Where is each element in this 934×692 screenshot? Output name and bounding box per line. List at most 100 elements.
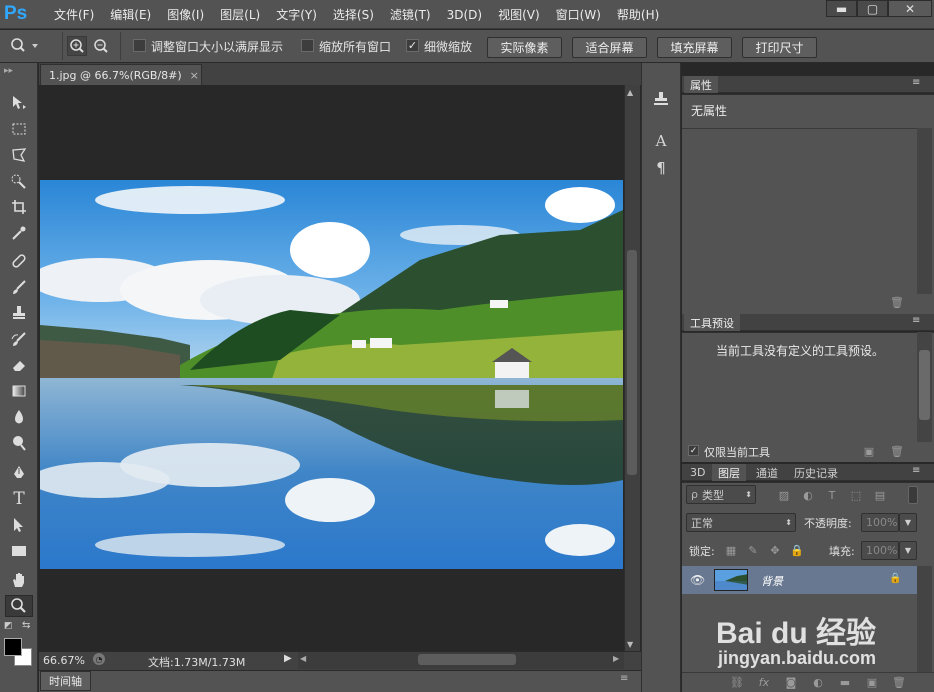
new-group-folder-icon[interactable]: ▬ xyxy=(838,675,852,689)
zoom-in-button[interactable] xyxy=(67,36,87,56)
layer-filter-kind-select[interactable]: ρ 类型 ⬍ xyxy=(686,485,756,504)
lock-transparent-pixels-icon[interactable]: ▦ xyxy=(724,543,738,557)
menu-select[interactable]: 选择(S) xyxy=(325,6,382,23)
pen-tool[interactable] xyxy=(5,462,33,484)
link-layers-icon[interactable]: ⛓ xyxy=(730,675,744,689)
tool-presets-tab[interactable]: 工具预设 xyxy=(684,314,740,331)
swap-colors-icon[interactable]: ⇆ xyxy=(22,620,30,631)
gradient-tool[interactable] xyxy=(5,380,33,402)
quick-selection-tool[interactable] xyxy=(5,170,33,192)
lock-position-icon[interactable]: ✥ xyxy=(768,543,782,557)
marquee-tool[interactable] xyxy=(5,118,33,140)
properties-tab[interactable]: 属性 xyxy=(684,76,718,93)
menu-image[interactable]: 图像(I) xyxy=(159,6,212,23)
default-colors-icon[interactable]: ◩ xyxy=(4,621,13,631)
tab-layers[interactable]: 图层 xyxy=(712,464,746,481)
timeline-tab[interactable]: 时间轴 xyxy=(40,671,91,691)
blend-mode-select[interactable]: 正常 ⬍ xyxy=(686,513,796,532)
current-tool-only-checkbox[interactable]: ✓ xyxy=(688,445,699,456)
filter-shape-layers-icon[interactable]: ⬚ xyxy=(848,487,864,503)
close-button[interactable]: ✕ xyxy=(888,0,932,17)
resize-windows-checkbox[interactable] xyxy=(133,39,146,52)
filter-smart-objects-icon[interactable]: ▤ xyxy=(872,487,888,503)
lock-image-pixels-icon[interactable]: ✎ xyxy=(746,543,760,557)
eraser-tool[interactable] xyxy=(5,354,33,376)
filter-toggle-switch[interactable] xyxy=(908,486,918,504)
menu-filter[interactable]: 滤镜(T) xyxy=(382,6,439,23)
menu-view[interactable]: 视图(V) xyxy=(490,6,548,23)
vertical-scroll-thumb[interactable] xyxy=(627,250,637,475)
layers-scrollbar[interactable] xyxy=(917,566,932,672)
zoom-out-button[interactable] xyxy=(91,36,111,56)
type-tool[interactable]: T xyxy=(5,488,33,510)
tool-presets-scroll-thumb[interactable] xyxy=(919,350,930,420)
maximize-button[interactable]: ▢ xyxy=(857,0,888,17)
document-tab[interactable]: 1.jpg @ 66.7%(RGB/8#) × xyxy=(40,64,202,85)
adjustment-layer-icon[interactable]: ◐ xyxy=(811,675,825,689)
fill-input[interactable]: 100% xyxy=(861,541,899,560)
actual-pixels-button[interactable]: 实际像素 xyxy=(487,37,562,58)
tab-channels[interactable]: 通道 xyxy=(750,464,784,481)
layer-style-fx-icon[interactable]: fx xyxy=(757,675,771,689)
document-image[interactable] xyxy=(40,180,623,569)
properties-scrollbar[interactable] xyxy=(917,128,932,294)
menu-file[interactable]: 文件(F) xyxy=(46,6,102,23)
timeline-menu-icon[interactable]: ≡ xyxy=(620,673,628,684)
paragraph-panel-button[interactable]: ¶ xyxy=(650,157,672,179)
horizontal-scroll-thumb[interactable] xyxy=(418,654,516,665)
clone-source-panel-button[interactable] xyxy=(650,88,672,110)
layer-name[interactable]: 背景 xyxy=(761,573,783,589)
healing-brush-tool[interactable] xyxy=(5,250,33,272)
scroll-up-arrow-icon[interactable]: ▲ xyxy=(627,88,633,97)
print-size-button[interactable]: 打印尺寸 xyxy=(742,37,817,58)
brush-tool[interactable] xyxy=(5,276,33,298)
tab-history[interactable]: 历史记录 xyxy=(788,464,844,481)
filter-adjustment-layers-icon[interactable]: ◐ xyxy=(800,487,816,503)
fill-dropdown-icon[interactable]: ▼ xyxy=(899,541,917,560)
status-info-icon[interactable]: ◔ xyxy=(93,653,105,665)
delete-preset-trash-icon[interactable]: 🗑 xyxy=(890,445,904,458)
menu-layer[interactable]: 图层(L) xyxy=(212,6,268,23)
properties-menu-icon[interactable]: ≡ xyxy=(912,77,920,88)
properties-trash-icon[interactable]: 🗑 xyxy=(890,295,904,309)
status-menu-arrow-icon[interactable]: ▶ xyxy=(284,653,292,664)
add-mask-icon[interactable]: ◙ xyxy=(784,675,798,689)
rectangle-tool[interactable] xyxy=(5,540,33,562)
scroll-left-arrow-icon[interactable]: ◀ xyxy=(300,654,306,663)
new-layer-icon[interactable]: ▣ xyxy=(865,675,879,689)
delete-layer-trash-icon[interactable]: 🗑 xyxy=(892,675,906,689)
tab-3d[interactable]: 3D xyxy=(684,464,711,481)
opacity-input[interactable]: 100% xyxy=(861,513,899,532)
menu-edit[interactable]: 编辑(E) xyxy=(102,6,159,23)
lasso-tool[interactable] xyxy=(5,144,33,166)
path-selection-tool[interactable] xyxy=(5,514,33,536)
scroll-right-arrow-icon[interactable]: ▶ xyxy=(613,654,619,663)
eyedropper-tool[interactable] xyxy=(5,222,33,244)
opacity-dropdown-icon[interactable]: ▼ xyxy=(899,513,917,532)
filter-pixel-layers-icon[interactable]: ▨ xyxy=(776,487,792,503)
fit-screen-button[interactable]: 适合屏幕 xyxy=(572,37,647,58)
layer-visibility-eye-icon[interactable]: 👁 xyxy=(690,573,705,587)
zoom-tool[interactable] xyxy=(5,595,33,617)
fill-screen-button[interactable]: 填充屏幕 xyxy=(657,37,732,58)
collapse-arrows-icon[interactable]: ▸▸ xyxy=(4,66,13,76)
scroll-down-arrow-icon[interactable]: ▼ xyxy=(627,640,633,649)
clone-stamp-tool[interactable] xyxy=(5,302,33,324)
close-tab-icon[interactable]: × xyxy=(190,69,199,82)
lock-all-icon[interactable]: 🔒 xyxy=(790,543,804,557)
photoshop-logo[interactable]: Ps xyxy=(4,3,27,25)
minimize-button[interactable]: ▬ xyxy=(826,0,857,17)
move-tool[interactable] xyxy=(5,92,33,114)
new-preset-icon[interactable]: ▣ xyxy=(862,445,876,458)
tool-presets-menu-icon[interactable]: ≡ xyxy=(912,315,920,326)
menu-help[interactable]: 帮助(H) xyxy=(609,6,667,23)
dodge-tool[interactable] xyxy=(5,432,33,454)
layers-menu-icon[interactable]: ≡ xyxy=(912,465,920,476)
filter-type-layers-icon[interactable]: T xyxy=(824,487,840,503)
tool-preset-picker[interactable] xyxy=(8,37,40,55)
history-brush-tool[interactable] xyxy=(5,328,33,350)
menu-window[interactable]: 窗口(W) xyxy=(548,6,609,23)
hand-tool[interactable] xyxy=(5,569,33,591)
crop-tool[interactable] xyxy=(5,196,33,218)
scrubby-zoom-checkbox[interactable]: ✓ xyxy=(406,39,419,52)
